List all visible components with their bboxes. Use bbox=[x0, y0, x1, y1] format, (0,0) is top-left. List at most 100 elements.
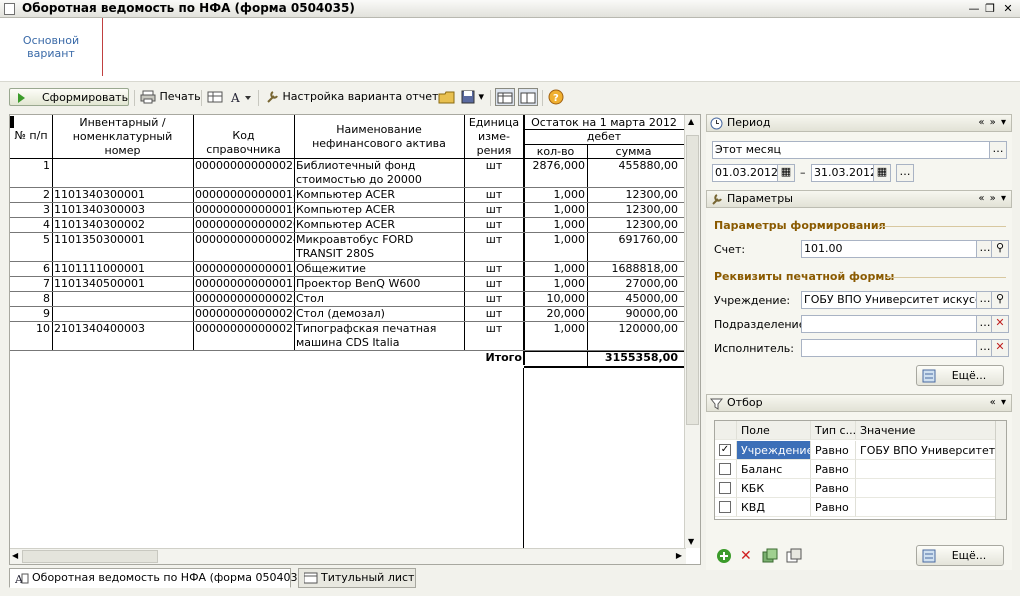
table-cell-inv[interactable] bbox=[52, 292, 193, 307]
filter-column-header[interactable]: Поле bbox=[737, 421, 811, 440]
period-header[interactable]: Период « » ▾ bbox=[706, 114, 1012, 132]
table-cell-name[interactable]: Микроавтобус FORD TRANSIT 280S bbox=[294, 233, 464, 262]
table-cell-code[interactable]: 000000000000022 bbox=[193, 292, 294, 307]
table-cell-n[interactable]: 8 bbox=[10, 292, 52, 307]
table-cell-n[interactable]: 7 bbox=[10, 277, 52, 292]
variant-tab-main[interactable]: Основной вариант bbox=[0, 18, 103, 76]
copy-filter-icon[interactable] bbox=[786, 548, 804, 566]
table-cell-sum[interactable]: 27000,00 bbox=[587, 277, 680, 292]
filter-header[interactable]: Отбор « ▾ bbox=[706, 394, 1012, 412]
filter-checkbox-cell[interactable]: ✓ bbox=[715, 441, 737, 460]
dept-field[interactable] bbox=[801, 315, 977, 333]
dept-clear-icon[interactable]: ✕ bbox=[991, 315, 1009, 333]
table-cell-unit[interactable]: шт bbox=[464, 188, 524, 203]
panel-controls-icon[interactable]: « » ▾ bbox=[978, 115, 1007, 131]
table-cell-n[interactable]: 9 bbox=[10, 307, 52, 322]
tab-report[interactable]: A Оборотная ведомость по НФА (форма 0504… bbox=[9, 568, 309, 588]
table-cell-inv[interactable] bbox=[52, 159, 193, 188]
table-cell-qty[interactable]: 1,000 bbox=[524, 218, 587, 233]
period-choose-button[interactable]: … bbox=[896, 164, 914, 182]
table-cell-sum[interactable]: 1688818,00 bbox=[587, 262, 680, 277]
table-cell-n[interactable]: 3 bbox=[10, 203, 52, 218]
filter-value-cell[interactable] bbox=[856, 460, 996, 479]
table-cell-sum[interactable]: 691760,00 bbox=[587, 233, 680, 262]
minimize-button[interactable]: — bbox=[966, 1, 982, 16]
table-cell-code[interactable]: 000000000000024 bbox=[193, 233, 294, 262]
exec-field[interactable] bbox=[801, 339, 977, 357]
table-cell-name[interactable]: Типографская печатная машина CDS Italia bbox=[294, 322, 464, 351]
table-cell-sum[interactable]: 120000,00 bbox=[587, 322, 680, 351]
table-cell-qty[interactable]: 20,000 bbox=[524, 307, 587, 322]
table-cell-qty[interactable]: 1,000 bbox=[524, 262, 587, 277]
filter-checkbox[interactable]: ✓ bbox=[719, 444, 731, 456]
table-cell-unit[interactable]: шт bbox=[464, 322, 524, 351]
account-field[interactable]: 101.00 bbox=[801, 240, 977, 258]
table-cell-n[interactable]: 5 bbox=[10, 233, 52, 262]
table-cell-code[interactable]: 000000000000019 bbox=[193, 203, 294, 218]
add-filter-icon[interactable] bbox=[716, 548, 734, 566]
tab-title-sheet[interactable]: Титульный лист bbox=[298, 568, 416, 588]
filter-field-cell[interactable]: КБК bbox=[737, 479, 811, 498]
grid-toggle-button[interactable] bbox=[495, 88, 515, 106]
save-button[interactable]: ▾ bbox=[461, 88, 484, 106]
table-cell-inv[interactable] bbox=[52, 307, 193, 322]
calendar-to-icon[interactable]: ▦ bbox=[873, 164, 891, 182]
table-cell-unit[interactable]: шт bbox=[464, 307, 524, 322]
filter-checkbox-cell[interactable] bbox=[715, 479, 737, 498]
table-cell-name[interactable]: Компьютер ACER (комплект) bbox=[294, 203, 464, 218]
table-cell-code[interactable]: 000000000000018 bbox=[193, 188, 294, 203]
table-cell-unit[interactable]: шт bbox=[464, 262, 524, 277]
filter-value-cell[interactable]: ГОБУ ВПО Университет и bbox=[856, 441, 996, 460]
table-cell-code[interactable]: 000000000000023 bbox=[193, 159, 294, 188]
table-cell-qty[interactable]: 1,000 bbox=[524, 322, 587, 351]
table-cell-code[interactable]: 000000000000015 bbox=[193, 277, 294, 292]
table-cell-inv[interactable]: 1101340500001 bbox=[52, 277, 193, 292]
table-cell-sum[interactable]: 12300,00 bbox=[587, 218, 680, 233]
filter-type-cell[interactable]: Равно bbox=[811, 460, 856, 479]
panel-controls-icon[interactable]: « ▾ bbox=[990, 395, 1007, 411]
table-cell-name[interactable]: Библиотечный фонд стоимостью до 20000 bbox=[294, 159, 464, 188]
table-cell-unit[interactable]: шт bbox=[464, 203, 524, 218]
org-search-icon[interactable]: ⚲ bbox=[991, 291, 1009, 309]
table-cell-inv[interactable]: 1101340300001 bbox=[52, 188, 193, 203]
table-cell-code[interactable]: 000000000000020 bbox=[193, 218, 294, 233]
table-cell-n[interactable]: 4 bbox=[10, 218, 52, 233]
table-cell-code[interactable]: 000000000000017 bbox=[193, 262, 294, 277]
filter-checkbox[interactable] bbox=[719, 482, 731, 494]
table-cell-n[interactable]: 6 bbox=[10, 262, 52, 277]
horizontal-scrollbar[interactable]: ◀ ▶ bbox=[10, 548, 686, 564]
table-cell-unit[interactable]: шт bbox=[464, 277, 524, 292]
table-cell-name[interactable]: Стол (демозал) bbox=[294, 307, 464, 322]
table-cell-sum[interactable]: 12300,00 bbox=[587, 188, 680, 203]
filter-type-cell[interactable]: Равно bbox=[811, 441, 856, 460]
params-header[interactable]: Параметры « » ▾ bbox=[706, 190, 1012, 208]
table-cell-sum[interactable]: 90000,00 bbox=[587, 307, 680, 322]
table-cell-n[interactable]: 1 bbox=[10, 159, 52, 188]
exec-clear-icon[interactable]: ✕ bbox=[991, 339, 1009, 357]
table-cell-n[interactable]: 2 bbox=[10, 188, 52, 203]
filter-column-header[interactable]: Значение bbox=[856, 421, 996, 440]
panel-controls-icon[interactable]: « » ▾ bbox=[978, 191, 1007, 207]
period-to-field[interactable]: 31.03.2012 bbox=[811, 164, 874, 182]
group-filter-icon[interactable] bbox=[762, 548, 780, 566]
table-cell-name[interactable]: Компьютер ACER (комплект) bbox=[294, 218, 464, 233]
filter-column-header[interactable]: Тип с... bbox=[811, 421, 856, 440]
table-cell-qty[interactable]: 1,000 bbox=[524, 233, 587, 262]
filter-grid-scrollbar[interactable] bbox=[995, 421, 1006, 519]
table-cell-code[interactable]: 000000000000021 bbox=[193, 322, 294, 351]
org-field[interactable]: ГОБУ ВПО Университет искусств bbox=[801, 291, 977, 309]
table-cell-name[interactable]: Проектор BenQ W600 bbox=[294, 277, 464, 292]
table-cell-inv[interactable]: 1101340300002 bbox=[52, 218, 193, 233]
table-cell-sum[interactable]: 455880,00 bbox=[587, 159, 680, 188]
period-preset-select-button[interactable]: … bbox=[989, 141, 1007, 159]
table-cell-qty[interactable]: 2876,000 bbox=[524, 159, 587, 188]
table-cell-inv[interactable]: 1101350300001 bbox=[52, 233, 193, 262]
table-cell-name[interactable]: Компьютер ACER (комплект) bbox=[294, 188, 464, 203]
params-more-button[interactable]: Ещё... bbox=[916, 365, 1004, 386]
table-cell-inv[interactable]: 2101340400003 bbox=[52, 322, 193, 351]
help-button[interactable]: ? bbox=[548, 88, 564, 106]
table-cell-unit[interactable]: шт bbox=[464, 159, 524, 188]
table-cell-qty[interactable]: 10,000 bbox=[524, 292, 587, 307]
panel-toggle-button[interactable] bbox=[518, 88, 538, 106]
table-cell-qty[interactable]: 1,000 bbox=[524, 277, 587, 292]
